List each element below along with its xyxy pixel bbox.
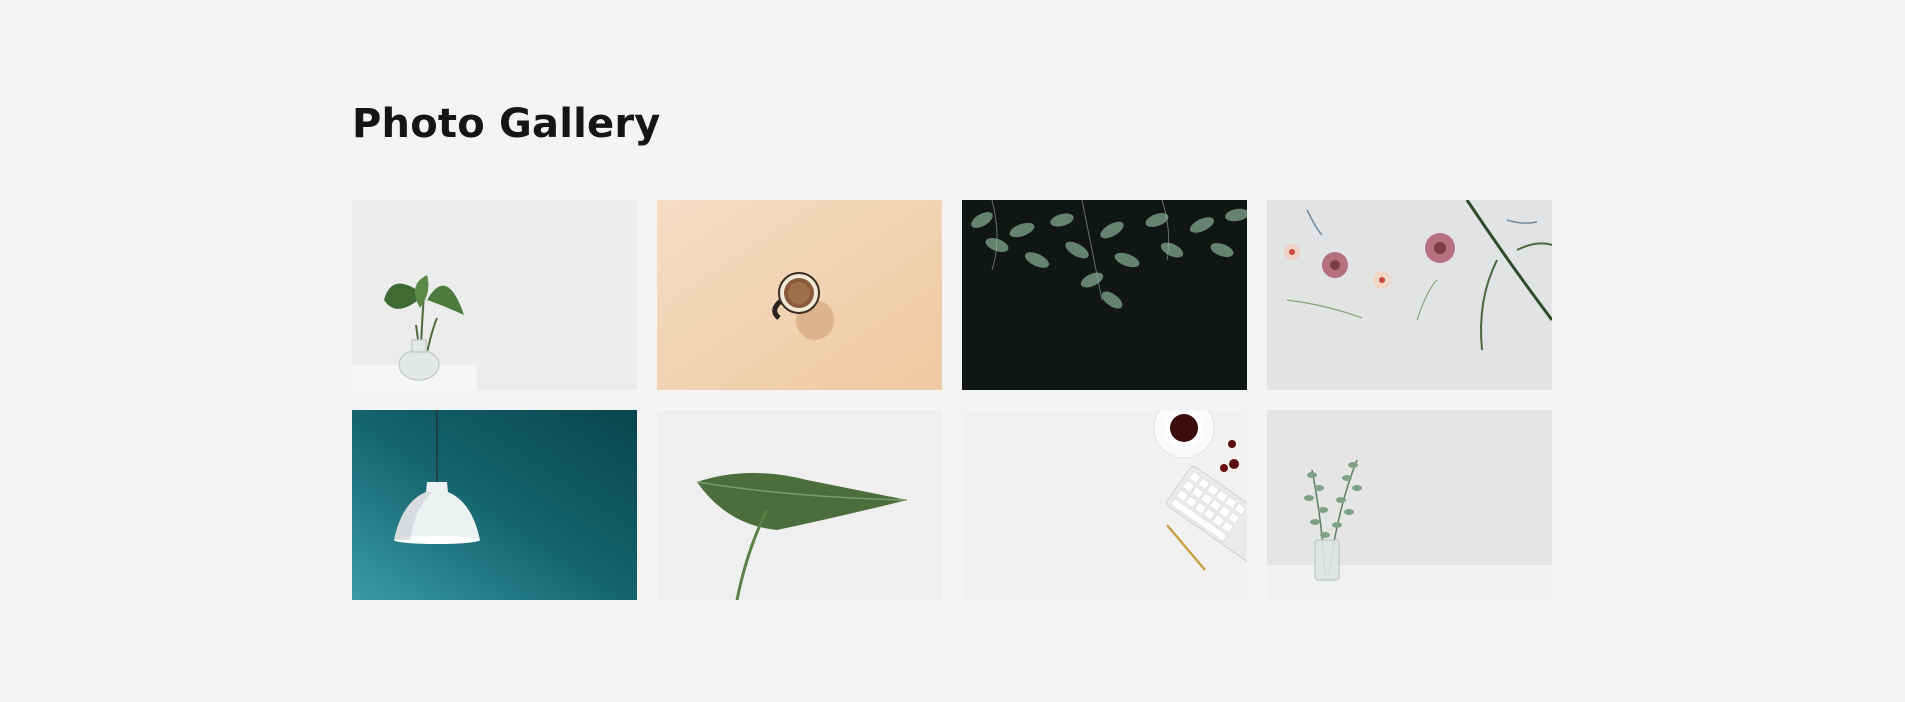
- green-leaf-image: [657, 410, 942, 600]
- photo-dark-foliage[interactable]: [962, 200, 1247, 390]
- photo-plant-in-glass-vase[interactable]: [352, 200, 637, 390]
- foliage-image: [962, 200, 1247, 390]
- photo-coffee-cup-on-peach[interactable]: [657, 200, 942, 390]
- photo-coffee-keyboard-desk[interactable]: [962, 410, 1247, 600]
- photo-single-green-leaf[interactable]: [657, 410, 942, 600]
- desk-image: [962, 410, 1247, 600]
- coffee-cup-image: [657, 200, 942, 390]
- flowers-image: [1267, 200, 1552, 390]
- photo-eucalyptus-in-jar[interactable]: [1267, 410, 1552, 600]
- photo-grid: [352, 200, 1552, 600]
- page-title: Photo Gallery: [352, 101, 661, 147]
- photo-pressed-flowers-flatlay[interactable]: [1267, 200, 1552, 390]
- photo-pendant-lamp-teal[interactable]: [352, 410, 637, 600]
- eucalyptus-image: [1267, 410, 1552, 600]
- plant-vase-image: [352, 200, 637, 390]
- pendant-lamp-image: [352, 410, 637, 600]
